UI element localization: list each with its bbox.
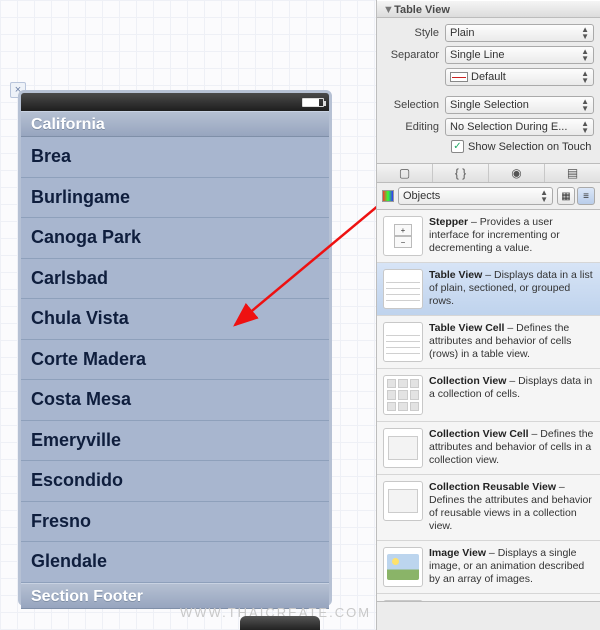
separator-style-popup[interactable]: Single Line▲▼: [445, 46, 594, 64]
library-scope-icon: [382, 190, 394, 202]
library-scope-popup[interactable]: Objects▲▼: [398, 187, 553, 205]
library-item[interactable]: Collection Reusable View – Defines the a…: [377, 475, 600, 541]
tab-code-snippets[interactable]: { }: [433, 164, 489, 182]
chevron-up-down-icon: ▲▼: [581, 120, 589, 134]
tab-file-templates[interactable]: ▢: [377, 164, 433, 182]
table-row[interactable]: Chula Vista: [21, 299, 329, 340]
library-item-text: Stepper – Provides a user interface for …: [429, 216, 594, 256]
disclosure-triangle-icon[interactable]: ▼: [383, 1, 391, 19]
library-item-text: Table View – Displays data in a list of …: [429, 269, 594, 309]
editing-label: Editing: [383, 121, 445, 133]
chevron-up-down-icon: ▲▼: [540, 189, 548, 203]
chevron-up-down-icon: ▲▼: [581, 48, 589, 62]
status-bar: [21, 93, 329, 111]
library-item-text: Collection Reusable View – Defines the a…: [429, 481, 594, 534]
inspector-section-header[interactable]: ▼ Table View: [377, 0, 600, 18]
table-row[interactable]: Emeryville: [21, 421, 329, 462]
library-item-text: Collection View Cell – Defines the attri…: [429, 428, 594, 468]
storyboard-canvas[interactable]: × California BreaBurlingameCanoga ParkCa…: [0, 0, 376, 630]
device-frame: California BreaBurlingameCanoga ParkCarl…: [18, 90, 332, 606]
library-item-thumb: [383, 269, 423, 309]
library-item[interactable]: +−Stepper – Provides a user interface fo…: [377, 210, 600, 263]
table-row[interactable]: Burlingame: [21, 178, 329, 219]
library-item[interactable]: Image View – Displays a single image, or…: [377, 541, 600, 594]
separator-color-swatch: [450, 72, 468, 82]
library-type-tabs: ▢ { } ◉ ▤: [377, 163, 600, 183]
library-item-text: Text View – Displays multiple lines of e…: [429, 600, 594, 603]
library-item-thumb: [383, 322, 423, 362]
inspector-panel: ▼ Table View Style Plain▲▼ Separator Sin…: [376, 0, 600, 630]
table-row[interactable]: Brea: [21, 137, 329, 178]
table-row[interactable]: Fresno: [21, 502, 329, 543]
library-item[interactable]: Table View Cell – Defines the attributes…: [377, 316, 600, 369]
library-item-thumb: [383, 428, 423, 468]
list-view-toggle[interactable]: ≡: [577, 187, 595, 205]
library-item-thumb: [383, 600, 423, 603]
library-item[interactable]: Collection View Cell – Defines the attri…: [377, 422, 600, 475]
table-section-header: California: [21, 111, 329, 137]
library-item[interactable]: Table View – Displays data in a list of …: [377, 263, 600, 316]
tab-objects[interactable]: ◉: [489, 164, 545, 182]
library-item-text: Table View Cell – Defines the attributes…: [429, 322, 594, 362]
inspector-section-title: Table View: [394, 4, 450, 16]
table-view[interactable]: BreaBurlingameCanoga ParkCarlsbadChula V…: [21, 137, 329, 583]
grid-view-toggle[interactable]: ▦: [557, 187, 575, 205]
dock-hint: [240, 616, 320, 630]
table-row[interactable]: Costa Mesa: [21, 380, 329, 421]
library-item-thumb: +−: [383, 216, 423, 256]
chevron-up-down-icon: ▲▼: [581, 98, 589, 112]
table-row[interactable]: Corte Madera: [21, 340, 329, 381]
chevron-up-down-icon: ▲▼: [581, 70, 589, 84]
style-label: Style: [383, 27, 445, 39]
selection-label: Selection: [383, 99, 445, 111]
chevron-up-down-icon: ▲▼: [581, 26, 589, 40]
object-library-list[interactable]: +−Stepper – Provides a user interface fo…: [377, 210, 600, 602]
table-row[interactable]: Glendale: [21, 542, 329, 583]
show-selection-checkbox[interactable]: ✓: [451, 140, 464, 153]
selection-popup[interactable]: Single Selection▲▼: [445, 96, 594, 114]
style-popup[interactable]: Plain▲▼: [445, 24, 594, 42]
library-item-thumb: [383, 481, 423, 521]
library-item[interactable]: Collection View – Displays data in a col…: [377, 369, 600, 422]
tab-media[interactable]: ▤: [545, 164, 600, 182]
table-row[interactable]: Canoga Park: [21, 218, 329, 259]
library-item-thumb: [383, 547, 423, 587]
library-item[interactable]: Text View – Displays multiple lines of e…: [377, 594, 600, 603]
battery-icon: [302, 98, 324, 107]
table-row[interactable]: Carlsbad: [21, 259, 329, 300]
separator-color-popup[interactable]: Default▲▼: [445, 68, 594, 86]
library-item-text: Collection View – Displays data in a col…: [429, 375, 594, 415]
show-selection-label: Show Selection on Touch: [468, 141, 591, 153]
library-item-text: Image View – Displays a single image, or…: [429, 547, 594, 587]
library-item-thumb: [383, 375, 423, 415]
editing-popup[interactable]: No Selection During E...▲▼: [445, 118, 594, 136]
table-row[interactable]: Escondido: [21, 461, 329, 502]
separator-label: Separator: [383, 49, 445, 61]
